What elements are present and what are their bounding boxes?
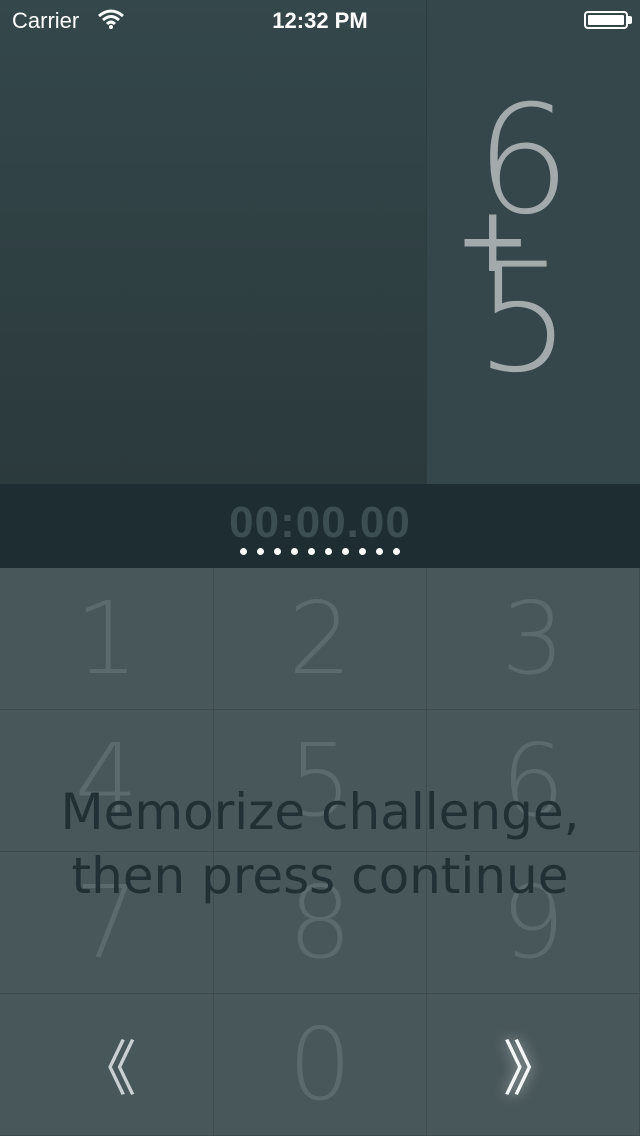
instruction-overlay: Memorize challenge, then press continue — [0, 780, 640, 908]
scratch-area[interactable] — [0, 0, 426, 484]
key-2[interactable]: 2 — [214, 568, 427, 710]
key-1[interactable]: 1 — [0, 568, 214, 710]
key-label: 0 — [288, 1006, 352, 1123]
progress-dot — [342, 548, 349, 555]
progress-dot — [393, 548, 400, 555]
double-chevron-right-icon: 》 — [503, 1035, 563, 1105]
back-button[interactable]: 《 — [0, 994, 214, 1136]
progress-dot — [376, 548, 383, 555]
progress-dot — [274, 548, 281, 555]
status-bar: Carrier 12:32 PM — [0, 0, 640, 40]
timer-display: 00:00.00 — [229, 498, 411, 547]
battery-icon — [584, 11, 628, 29]
progress-dot — [359, 548, 366, 555]
operand-bottom: 5 — [475, 232, 571, 406]
progress-dot — [308, 548, 315, 555]
progress-dot — [291, 548, 298, 555]
key-3[interactable]: 3 — [427, 568, 640, 710]
key-0[interactable]: 0 — [214, 994, 427, 1136]
key-label: 3 — [501, 580, 565, 697]
instruction-line-1: Memorize challenge, — [60, 783, 580, 841]
clock-time: 12:32 PM — [272, 8, 368, 33]
key-label: 1 — [74, 580, 139, 697]
key-label: 2 — [288, 580, 352, 697]
problem-panel: 6 + 5 — [426, 0, 640, 484]
progress-dot — [257, 548, 264, 555]
progress-dot — [325, 548, 332, 555]
double-chevron-left-icon: 《 — [76, 1035, 137, 1105]
progress-dot — [240, 548, 247, 555]
continue-button[interactable]: 》 — [427, 994, 640, 1136]
instruction-line-2: then press continue — [71, 847, 569, 905]
battery-cap — [628, 16, 632, 24]
progress-dots — [0, 548, 640, 560]
